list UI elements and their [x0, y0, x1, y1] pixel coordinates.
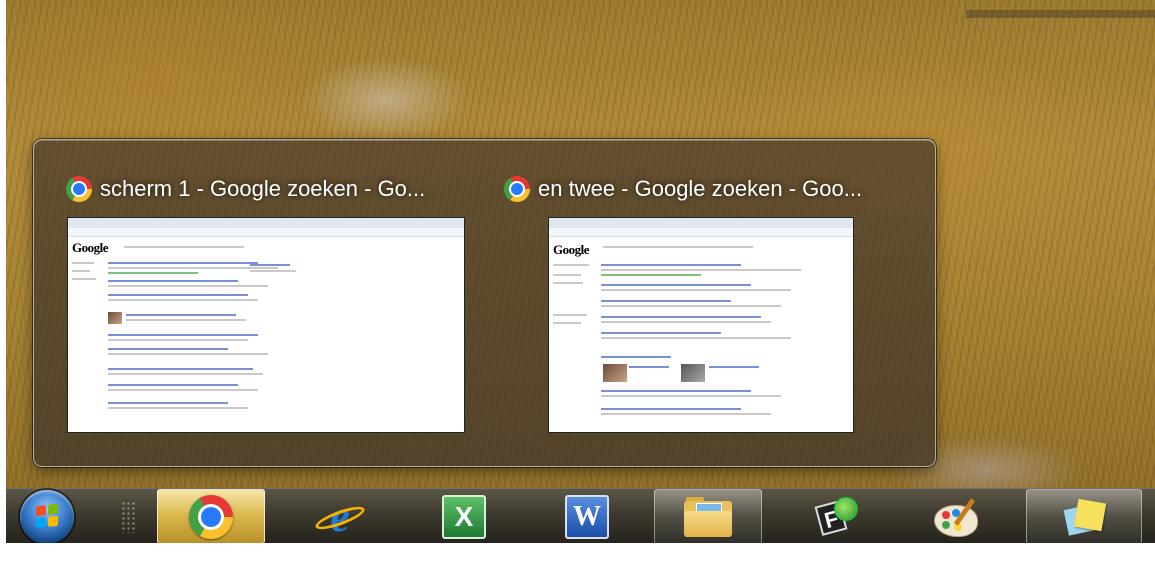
chrome-icon — [504, 176, 530, 202]
window-preview-2[interactable]: en twee - Google zoeken - Goo... Google — [474, 140, 914, 466]
windows-logo-icon — [36, 503, 58, 529]
filezilla-icon: F — [814, 495, 858, 539]
taskbar-sticky-notes-button[interactable] — [1026, 489, 1142, 544]
taskbar-excel-button[interactable]: X — [410, 489, 518, 544]
window-thumbnail-2[interactable]: Google — [548, 217, 854, 433]
chrome-icon — [189, 494, 233, 539]
word-icon: W — [565, 494, 609, 539]
taskbar-ie-button[interactable]: e — [286, 489, 394, 544]
taskbar-explorer-button[interactable] — [654, 489, 762, 544]
chrome-icon — [66, 176, 92, 202]
google-logo: Google — [72, 240, 109, 255]
taskbar-filezilla-button[interactable]: F — [782, 489, 890, 544]
taskbar-paint-button[interactable] — [903, 489, 1011, 544]
taskbar-thumbnail-popup: scherm 1 - Google zoeken - Go... Google — [33, 139, 936, 467]
window-preview-title-1[interactable]: scherm 1 - Google zoeken - Go... — [66, 174, 425, 204]
wallpaper-fence — [966, 10, 1155, 18]
google-logo: Google — [553, 242, 590, 257]
taskbar: e X W F — [6, 488, 1155, 544]
paint-icon — [934, 497, 980, 537]
screen-border — [0, 543, 1155, 561]
sticky-notes-icon — [1062, 497, 1107, 537]
window-preview-title-2[interactable]: en twee - Google zoeken - Goo... — [504, 174, 862, 204]
window-preview-1[interactable]: scherm 1 - Google zoeken - Go... Google — [34, 140, 474, 466]
window-preview-label: en twee - Google zoeken - Goo... — [538, 176, 863, 201]
excel-icon: X — [442, 494, 486, 539]
taskbar-word-button[interactable]: W — [533, 489, 641, 544]
folder-icon — [684, 496, 732, 537]
taskbar-grip[interactable] — [121, 501, 135, 533]
window-thumbnail-1[interactable]: Google — [67, 217, 465, 433]
taskbar-chrome-button[interactable] — [157, 489, 265, 544]
internet-explorer-icon: e — [313, 494, 367, 539]
window-preview-label: scherm 1 - Google zoeken - Go... — [100, 176, 426, 201]
start-button[interactable] — [20, 490, 74, 544]
